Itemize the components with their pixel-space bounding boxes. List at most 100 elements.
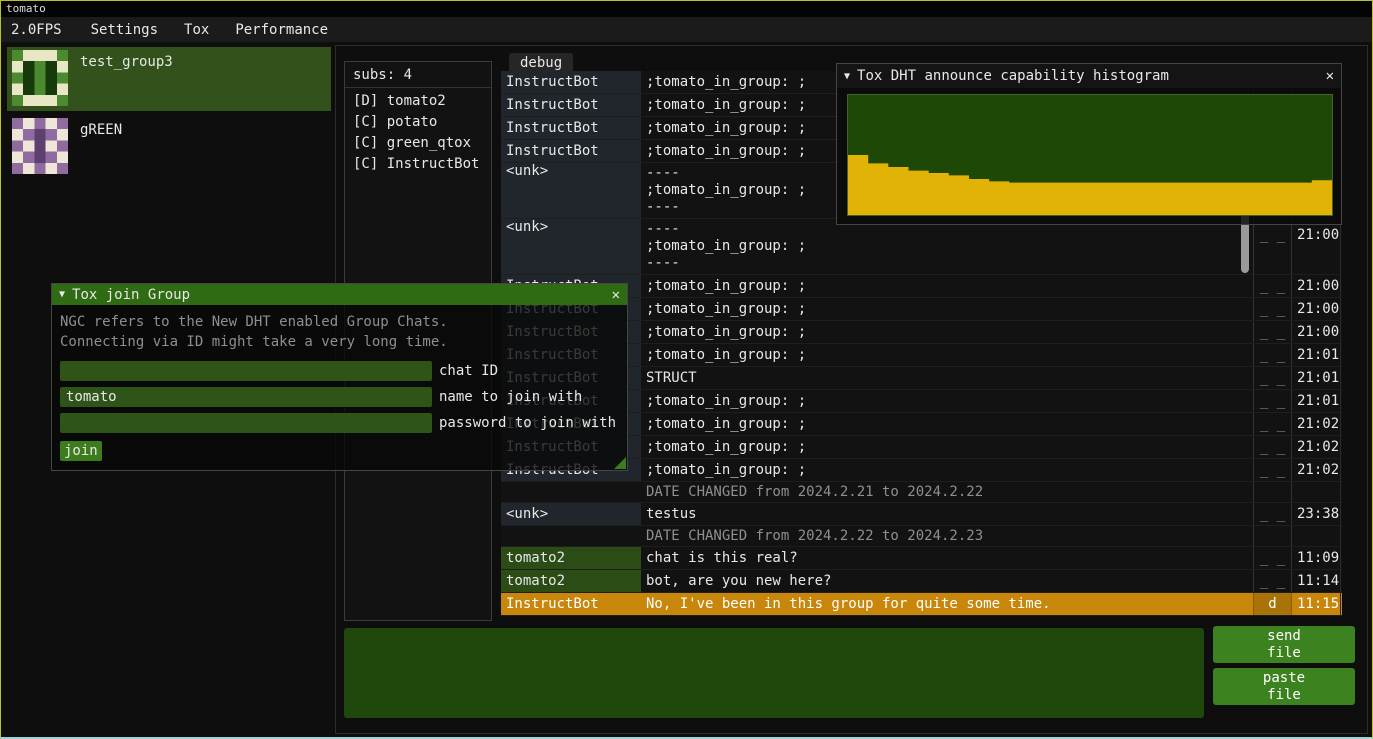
message-flags: _ _ — [1254, 413, 1292, 435]
message-flags: _ _ — [1254, 547, 1292, 569]
message-flags: _ _ — [1254, 459, 1292, 481]
message-text: bot, are you new here? — [641, 570, 1254, 592]
message-time — [1292, 482, 1341, 502]
message-author: InstructBot — [501, 94, 641, 116]
join-button[interactable]: join — [60, 441, 102, 461]
message-flags: _ _ — [1254, 367, 1292, 389]
message-time: 11:15 — [1292, 593, 1341, 615]
date-changed-text: DATE CHANGED from 2024.2.21 to 2024.2.22 — [641, 482, 1254, 502]
message-flags: _ _ — [1254, 503, 1292, 525]
message-flags: _ _ — [1254, 275, 1292, 297]
window-title: tomato — [6, 2, 46, 15]
join-group-window-title: Tox join Group — [72, 287, 190, 303]
message-text: STRUCT — [641, 367, 1254, 389]
message-flags: _ _ — [1254, 344, 1292, 366]
chat-message-row[interactable]: tomato2chat is this real?_ _11:09 — [501, 547, 1342, 570]
message-time: 21:01 — [1292, 367, 1341, 389]
chat-message-row[interactable]: <unk>---- ;tomato_in_group: ; ----_ _21:… — [501, 219, 1342, 275]
message-author — [501, 526, 641, 546]
password-to-join-with-input[interactable] — [60, 413, 432, 433]
dht-histogram-window-titlebar[interactable]: ▼ Tox DHT announce capability histogram … — [837, 64, 1341, 88]
group-list: test_group3 gREEN — [7, 47, 331, 183]
message-author: InstructBot — [501, 593, 641, 615]
subs-item[interactable]: [C] InstructBot — [345, 154, 491, 175]
close-icon[interactable]: ✕ — [1326, 68, 1334, 84]
message-flags: _ _ — [1254, 390, 1292, 412]
chat-message-row[interactable]: tomato2bot, are you new here?_ _11:14 — [501, 570, 1342, 593]
join-group-window-titlebar[interactable]: ▼ Tox join Group ✕ — [52, 284, 627, 305]
chat-message-row[interactable]: <unk>testus_ _23:38 — [501, 503, 1342, 526]
message-time: 21:01 — [1292, 390, 1341, 412]
join-info-line-2: Connecting via ID might take a very long… — [52, 332, 627, 352]
message-author: <unk> — [501, 219, 641, 274]
window-titlebar[interactable]: tomato — [1, 1, 1372, 17]
message-author: InstructBot — [501, 117, 641, 139]
message-time: 11:09 — [1292, 547, 1341, 569]
message-author: InstructBot — [501, 140, 641, 162]
message-text: chat is this real? — [641, 547, 1254, 569]
message-author: InstructBot — [501, 71, 641, 93]
join-info-line-1: NGC refers to the New DHT enabled Group … — [52, 305, 627, 332]
date-changed-text: DATE CHANGED from 2024.2.22 to 2024.2.23 — [641, 526, 1254, 546]
menu-bar: 2.0FPS Settings Tox Performance — [1, 17, 1372, 42]
message-text: ;tomato_in_group: ; — [641, 298, 1254, 320]
message-flags: d — [1254, 593, 1292, 615]
subs-list: [D] tomato2[C] potato[C] green_qtox[C] I… — [345, 88, 491, 175]
menu-item-settings[interactable]: Settings — [78, 22, 171, 38]
paste-file-button[interactable]: paste file — [1213, 668, 1355, 705]
dht-histogram-plot — [847, 94, 1333, 216]
input-label: name to join with — [439, 389, 582, 405]
join-field-row: chat ID — [60, 358, 627, 384]
message-flags — [1254, 526, 1292, 546]
join-field-row: password to join with — [60, 410, 627, 436]
message-text: No, I've been in this group for quite so… — [641, 593, 1254, 615]
message-time: 21:00 — [1292, 321, 1341, 343]
message-flags: _ _ — [1254, 321, 1292, 343]
message-text: testus — [641, 503, 1254, 525]
message-author: <unk> — [501, 503, 641, 525]
message-text: ;tomato_in_group: ; — [641, 344, 1254, 366]
fps-counter: 2.0FPS — [1, 22, 78, 38]
collapse-arrow-icon[interactable]: ▼ — [59, 289, 65, 300]
subs-header: subs: 4 — [345, 62, 491, 88]
subs-item[interactable]: [C] green_qtox — [345, 133, 491, 154]
menu-item-performance[interactable]: Performance — [222, 22, 341, 38]
join-group-window: ▼ Tox join Group ✕ NGC refers to the New… — [51, 283, 628, 471]
subs-item[interactable]: [C] potato — [345, 112, 491, 133]
group-avatar-icon — [12, 50, 68, 106]
menu-item-tox[interactable]: Tox — [171, 22, 222, 38]
message-time: 21:00 — [1292, 219, 1341, 274]
subs-item[interactable]: [D] tomato2 — [345, 91, 491, 112]
collapse-arrow-icon[interactable]: ▼ — [844, 71, 850, 82]
message-text: ;tomato_in_group: ; — [641, 321, 1254, 343]
join-field-row: tomato name to join with — [60, 384, 627, 410]
message-time: 21:00 — [1292, 298, 1341, 320]
dht-histogram-window: ▼ Tox DHT announce capability histogram … — [836, 63, 1342, 225]
group-name: gREEN — [80, 122, 122, 138]
group-item-green[interactable]: gREEN — [7, 115, 331, 179]
message-time: 21:00 — [1292, 275, 1341, 297]
name-to-join-with-input[interactable]: tomato — [60, 387, 432, 407]
message-text: ;tomato_in_group: ; — [641, 275, 1254, 297]
histogram-bars — [848, 155, 1332, 215]
close-icon[interactable]: ✕ — [612, 287, 620, 303]
dht-histogram-window-title: Tox DHT announce capability histogram — [857, 68, 1169, 84]
message-flags: _ _ — [1254, 570, 1292, 592]
app-window: tomato 2.0FPS Settings Tox Performance t… — [0, 0, 1373, 739]
chat-message-row[interactable]: InstructBotNo, I've been in this group f… — [501, 593, 1342, 616]
resize-grip[interactable] — [614, 457, 626, 469]
group-avatar-icon — [12, 118, 68, 174]
message-flags — [1254, 482, 1292, 502]
chat-id-input[interactable] — [60, 361, 432, 381]
message-flags: _ _ — [1254, 219, 1292, 274]
send-file-button[interactable]: send file — [1213, 626, 1355, 663]
message-flags: _ _ — [1254, 298, 1292, 320]
message-author: tomato2 — [501, 570, 641, 592]
message-time: 21:02 — [1292, 459, 1341, 481]
group-item-test-group3[interactable]: test_group3 — [7, 47, 331, 111]
message-time: 23:38 — [1292, 503, 1341, 525]
message-flags: _ _ — [1254, 436, 1292, 458]
date-changed-row: DATE CHANGED from 2024.2.21 to 2024.2.22 — [501, 482, 1342, 503]
message-time: 21:02 — [1292, 413, 1341, 435]
message-input[interactable] — [344, 628, 1204, 718]
